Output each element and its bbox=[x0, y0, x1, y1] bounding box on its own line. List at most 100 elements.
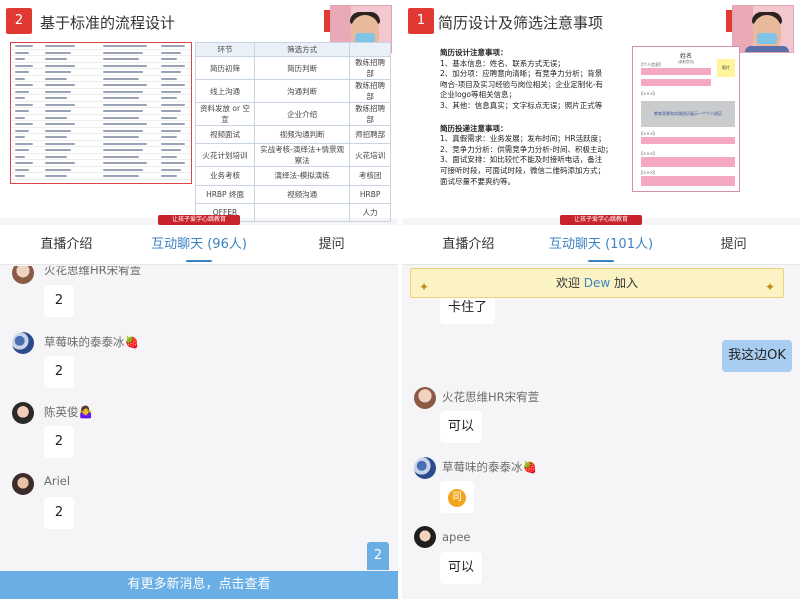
sender-name: apee bbox=[442, 530, 471, 544]
method-cell: 演绎法-模拟演练 bbox=[254, 166, 351, 186]
process-row: 视频面试 视频沟通判断 师招聘部 bbox=[194, 124, 391, 145]
avatar[interactable] bbox=[414, 387, 436, 409]
avatar[interactable] bbox=[12, 332, 34, 354]
right-live-panel: 1 简历设计及筛选注意事项 简历设计注意事项： 1、基本信息：姓名、联系方式无误… bbox=[402, 0, 800, 599]
header-stage: 环节 bbox=[194, 42, 256, 57]
thumbnail-text-stroke bbox=[45, 84, 75, 86]
resume-image-block: 教育背景和实践经历展示一个个人经历 bbox=[641, 101, 735, 127]
thumbnail-text-stroke bbox=[103, 168, 143, 171]
note-line: 吻合-项目及实习经验与岗位相关；企业定制化-有 bbox=[440, 79, 603, 89]
design-heading: 简历设计注意事项： bbox=[440, 48, 508, 57]
avatar[interactable] bbox=[12, 266, 34, 284]
tab-chat[interactable]: 互动聊天 (101人) bbox=[535, 225, 668, 264]
thumbnail-text-stroke bbox=[45, 123, 75, 125]
process-row: HRBP 终面 视频沟通 HRBP bbox=[194, 184, 391, 204]
owner-cell: 教练招聘部 bbox=[349, 79, 391, 103]
thumbnail-text-stroke bbox=[45, 77, 67, 80]
message-bubble: 2 bbox=[44, 285, 74, 317]
thumbnail-text-stroke bbox=[161, 168, 181, 171]
tab-bar: 直播介绍 互动聊天 (96人) 提问 bbox=[0, 225, 398, 265]
stage-cell: 视频面试 bbox=[194, 124, 256, 145]
message-bubble: 可以 bbox=[440, 552, 483, 584]
thumbnail-text-stroke bbox=[15, 168, 29, 171]
presentation-slide: 1 简历设计及筛选注意事项 简历设计注意事项： 1、基本信息：姓名、联系方式无误… bbox=[402, 0, 800, 218]
unread-count-badge[interactable]: 2 bbox=[367, 542, 389, 570]
thumbnail-text-stroke bbox=[15, 123, 33, 125]
resume-field bbox=[641, 137, 735, 144]
thumbnail-text-stroke bbox=[45, 51, 71, 54]
thumbnail-text-stroke bbox=[161, 149, 181, 151]
thumbnail-text-stroke bbox=[103, 51, 143, 54]
tab-live-intro[interactable]: 直播介绍 bbox=[402, 225, 535, 264]
thumbnail-text-stroke bbox=[15, 77, 25, 80]
process-row: 简历初筛 简历判断 教练招聘部 bbox=[194, 56, 391, 80]
resume-template-image: 姓名 (求职意向) 【个人信息】 照片 【×××】 教育背景和实践经历展示一个个… bbox=[632, 46, 740, 192]
thumbnail-text-stroke bbox=[103, 110, 143, 112]
method-cell: 视频沟通判断 bbox=[254, 124, 351, 145]
thumbnail-row bbox=[11, 173, 191, 180]
own-message-bubble: 我这边OK bbox=[722, 340, 792, 372]
thumbnail-text-stroke bbox=[161, 129, 181, 132]
thumbnail-text-stroke bbox=[15, 155, 25, 158]
thumbnail-text-stroke bbox=[15, 136, 25, 138]
thumbnail-text-stroke bbox=[45, 162, 75, 164]
method-cell: 企业介绍 bbox=[254, 102, 351, 126]
note-line: 1、基本信息：姓名、联系方式无误； bbox=[440, 58, 565, 68]
stage-cell: HRBP 终面 bbox=[194, 184, 256, 204]
thumbnail-text-stroke bbox=[161, 51, 181, 54]
avatar[interactable] bbox=[12, 473, 34, 495]
owner-cell: 教练招聘部 bbox=[349, 102, 391, 126]
thumbnail-text-stroke bbox=[15, 103, 33, 106]
tab-live-intro[interactable]: 直播介绍 bbox=[0, 225, 133, 264]
method-cell bbox=[254, 202, 351, 223]
thumbnail-text-stroke bbox=[103, 45, 147, 47]
welcome-suffix: 加入 bbox=[614, 276, 639, 290]
thumbnail-text-stroke bbox=[103, 123, 147, 125]
note-line: 可接听时段，可面试时段，微信二维码添加方式； bbox=[440, 165, 605, 175]
thumbnail-text-stroke bbox=[45, 58, 67, 60]
chat-list[interactable]: 卡住了 我这边OK 火花思维HR宋宥萱 可以 草莓味的泰泰冰🍓 司 apee 可… bbox=[402, 266, 800, 599]
process-row: 线上沟通 沟通判断 教练招聘部 bbox=[194, 79, 391, 103]
process-detail-table-thumbnail bbox=[10, 42, 192, 184]
slide-title: 基于标准的流程设计 bbox=[40, 14, 176, 32]
thumbnail-text-stroke bbox=[15, 58, 25, 60]
new-messages-button[interactable]: 有更多新消息，点击查看 bbox=[0, 571, 398, 599]
thumbnail-text-stroke bbox=[15, 175, 25, 177]
method-cell: 实战考核-演绎法+情景观察法 bbox=[254, 143, 351, 168]
thumbnail-text-stroke bbox=[15, 45, 33, 47]
welcome-username: Dew bbox=[583, 276, 611, 290]
slide-number: 2 bbox=[6, 8, 32, 34]
owner-cell: HRBP bbox=[349, 184, 391, 204]
thumbnail-text-stroke bbox=[103, 129, 143, 132]
left-live-panel: 2 基于标准的流程设计 环节 筛选方式 简历初筛 简历判断 教练招聘部 线上沟通 沟通判… bbox=[0, 0, 398, 599]
delivery-heading: 简历投递注意事项： bbox=[440, 123, 508, 133]
note-line: 3、其他：信息真实；文字标点无误；照片正式等 bbox=[440, 100, 603, 110]
thumbnail-text-stroke bbox=[103, 97, 139, 99]
stage-cell: 线上沟通 bbox=[194, 79, 256, 103]
resume-section-label: 【×××】 bbox=[639, 91, 658, 96]
thumbnail-text-stroke bbox=[103, 155, 139, 158]
header-method: 筛选方式 bbox=[254, 42, 351, 57]
tab-bar: 直播介绍 互动聊天 (101人) 提问 bbox=[402, 225, 800, 265]
message-bubble: 司 bbox=[440, 481, 474, 513]
chat-list[interactable]: 火花思维HR宋宥萱 2 草莓味的泰泰冰🍓 2 陈英俊🤷‍♀️ 2 Ariel 2 bbox=[0, 266, 398, 599]
welcome-banner: ✦ 欢迎 Dew 加入 ✦ bbox=[410, 268, 784, 298]
sender-name: 火花思维HR宋宥萱 bbox=[442, 390, 540, 404]
resume-photo-box: 照片 bbox=[717, 59, 735, 77]
owner-cell: 考核团 bbox=[349, 166, 391, 186]
thumbnail-text-stroke bbox=[103, 71, 143, 73]
thumbnail-text-stroke bbox=[161, 103, 185, 106]
thumbnail-text-stroke bbox=[103, 142, 147, 145]
note-line: 3、面试安排：如比较忙不能及时接听电话，备注 bbox=[440, 155, 603, 165]
tab-questions[interactable]: 提问 bbox=[265, 225, 398, 264]
thumbnail-text-stroke bbox=[45, 129, 71, 132]
avatar[interactable] bbox=[414, 457, 436, 479]
note-line: 企业logo等相关信息； bbox=[440, 90, 517, 100]
thumbnail-text-stroke bbox=[45, 168, 71, 171]
tab-questions[interactable]: 提问 bbox=[667, 225, 800, 264]
avatar[interactable] bbox=[414, 526, 436, 548]
thumbnail-text-stroke bbox=[103, 162, 147, 164]
tab-chat[interactable]: 互动聊天 (96人) bbox=[133, 225, 266, 264]
avatar[interactable] bbox=[12, 402, 34, 424]
